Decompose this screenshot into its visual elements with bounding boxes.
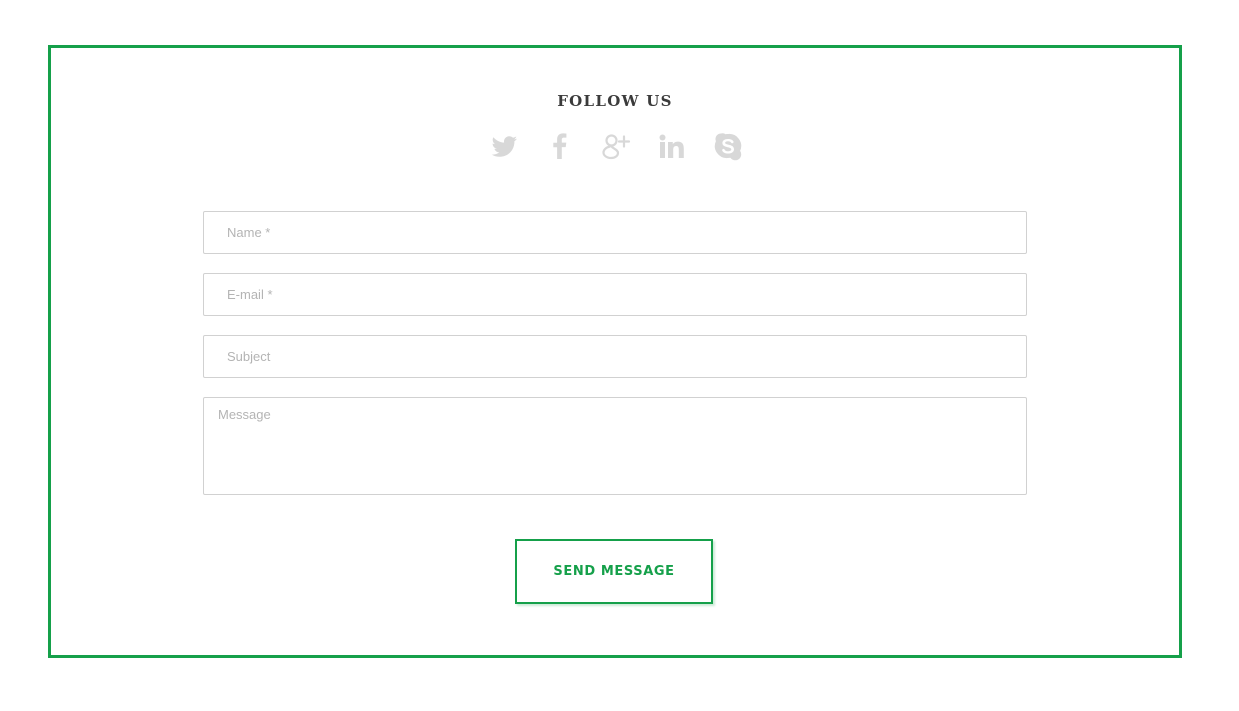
- name-field[interactable]: [203, 211, 1027, 254]
- linkedin-icon[interactable]: [656, 130, 688, 162]
- twitter-icon[interactable]: [488, 130, 520, 162]
- email-field[interactable]: [203, 273, 1027, 316]
- google-plus-icon[interactable]: [600, 130, 632, 162]
- social-links: [488, 130, 744, 162]
- contact-panel: FOLLOW US Name * E-mail * Subject Messag…: [48, 45, 1182, 658]
- facebook-icon[interactable]: [544, 130, 576, 162]
- send-message-button[interactable]: SEND MESSAGE: [515, 539, 713, 604]
- message-field[interactable]: [203, 397, 1027, 495]
- skype-icon[interactable]: [712, 130, 744, 162]
- subject-field[interactable]: [203, 335, 1027, 378]
- follow-us-heading: FOLLOW US: [557, 92, 673, 110]
